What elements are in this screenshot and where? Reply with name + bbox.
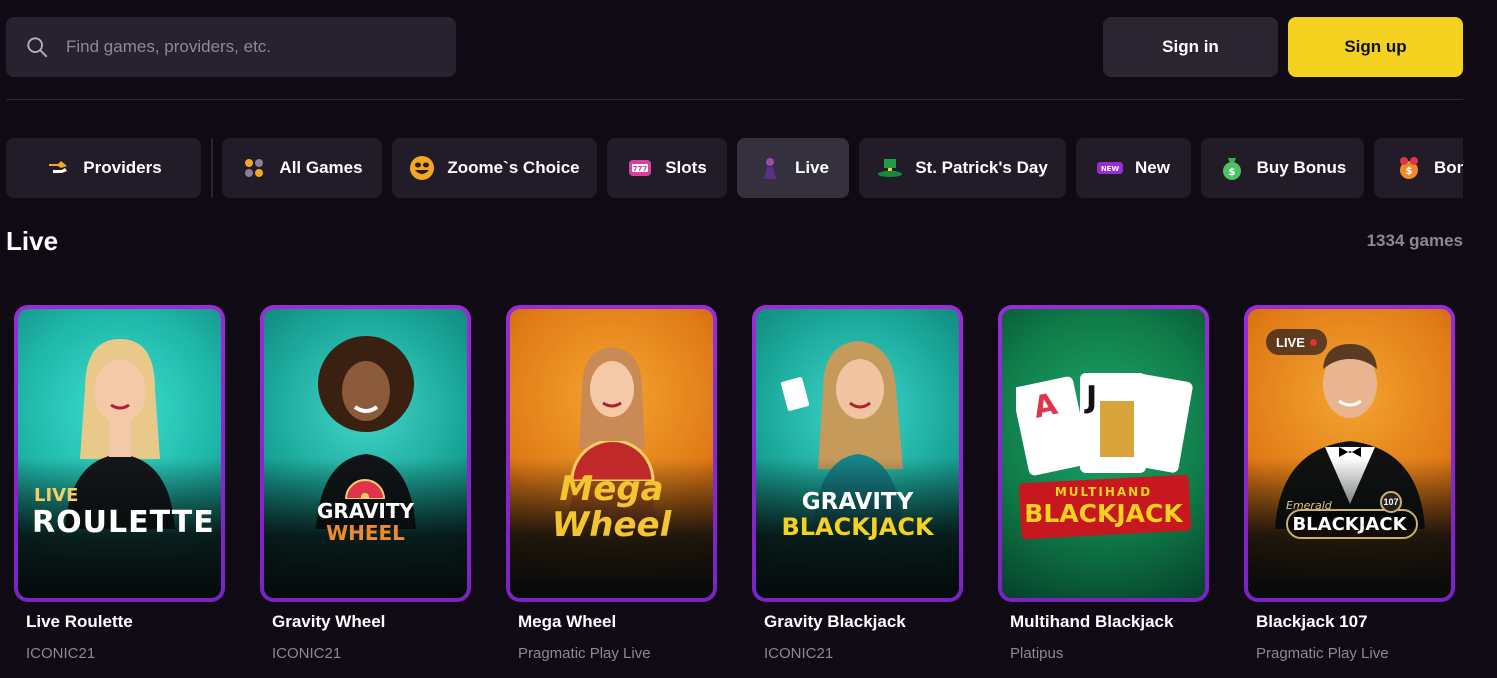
new-badge-icon: NEW	[1097, 155, 1124, 181]
games-count: 1334 games	[1366, 231, 1463, 250]
category-buy-bonus[interactable]: $ Buy Bonus	[1201, 138, 1364, 198]
game-logo-line1: GRAVITY	[317, 499, 414, 523]
game-logo-line1: LIVE	[34, 485, 79, 506]
leprechaun-hat-icon	[877, 155, 903, 181]
game-logo-line2: WHEEL	[326, 521, 405, 545]
playing-cards-image: A J	[1016, 373, 1193, 476]
game-card-blackjack-107[interactable]: LIVE Emerald BLACKJACK 107	[1244, 305, 1455, 602]
game-thumbnail: GRAVITY WHEEL	[264, 309, 467, 598]
category-bar: Providers All Games Zoome`s Choice 777 S…	[6, 138, 1463, 198]
game-title[interactable]: Mega Wheel	[518, 612, 616, 632]
category-separator	[211, 138, 213, 198]
game-thumbnail: Mega Wheel	[510, 309, 713, 598]
game-thumbnail: LIVE ROULETTE	[18, 309, 221, 598]
game-card-gravity-wheel[interactable]: GRAVITY WHEEL	[260, 305, 471, 602]
svg-text:777: 777	[633, 165, 648, 173]
game-title[interactable]: Gravity Wheel	[272, 612, 385, 632]
svg-text:J: J	[1084, 380, 1097, 415]
game-card-gravity-blackjack[interactable]: GRAVITY BLACKJACK	[752, 305, 963, 602]
slot-machine-icon: 777	[627, 155, 653, 181]
category-label: Slots	[665, 158, 707, 177]
game-logo-line2: ROULETTE	[32, 505, 215, 540]
game-logo-line1: GRAVITY	[801, 489, 914, 515]
sign-in-button[interactable]: Sign in	[1103, 17, 1278, 77]
game-provider[interactable]: Pragmatic Play Live	[1256, 645, 1389, 662]
providers-icon	[45, 155, 71, 181]
search-icon	[27, 37, 48, 58]
category-label: Zoome`s Choice	[447, 158, 580, 177]
game-logo-line1: Emerald	[1286, 499, 1332, 512]
game-logo-line1: Mega	[559, 469, 664, 509]
svg-text:$: $	[1406, 166, 1413, 177]
game-provider[interactable]: Pragmatic Play Live	[518, 645, 651, 662]
live-dot-icon	[1309, 338, 1317, 346]
category-providers[interactable]: Providers	[6, 138, 201, 198]
category-label: St. Patrick's Day	[915, 158, 1048, 177]
game-thumbnail: LIVE Emerald BLACKJACK 107	[1248, 309, 1451, 598]
game-logo-line2: Wheel	[551, 505, 672, 545]
search-box[interactable]	[6, 17, 456, 77]
game-card-live-roulette[interactable]: LIVE ROULETTE	[14, 305, 225, 602]
game-logo-line1: MULTIHAND	[1054, 485, 1153, 499]
game-logo-line2: BLACKJACK	[781, 513, 934, 541]
table-number-badge: 107	[1380, 491, 1402, 513]
category-all-games[interactable]: All Games	[222, 138, 382, 198]
game-card-multihand-blackjack[interactable]: A J MULTIHAND BLACKJACK	[998, 305, 1209, 602]
game-provider[interactable]: ICONIC21	[272, 645, 341, 662]
category-live[interactable]: Live	[737, 138, 849, 198]
money-bag-icon: $	[1219, 155, 1245, 181]
category-label: Bon	[1434, 158, 1463, 177]
svg-text:$: $	[1228, 167, 1235, 178]
game-title[interactable]: Live Roulette	[26, 612, 133, 632]
wheel-icon	[344, 479, 386, 499]
game-card-mega-wheel[interactable]: Mega Wheel	[506, 305, 717, 602]
grid-dots-icon	[241, 155, 267, 181]
header-divider	[6, 99, 1463, 100]
sign-up-button[interactable]: Sign up	[1288, 17, 1463, 77]
category-st-patricks-day[interactable]: St. Patrick's Day	[859, 138, 1066, 198]
category-label: Live	[794, 158, 830, 177]
category-label: New	[1135, 158, 1170, 177]
category-label: Providers	[83, 158, 162, 177]
top-bar: Sign in Sign up	[6, 17, 1463, 77]
category-bonus[interactable]: $ Bon	[1374, 138, 1463, 198]
game-provider[interactable]: ICONIC21	[764, 645, 833, 662]
smiley-icon	[409, 155, 435, 181]
game-thumbnail: A J MULTIHAND BLACKJACK	[1002, 309, 1205, 598]
game-thumbnail: GRAVITY BLACKJACK	[756, 309, 959, 598]
live-badge: LIVE	[1266, 329, 1327, 355]
category-slots[interactable]: 777 Slots	[607, 138, 727, 198]
game-title[interactable]: Multihand Blackjack	[1010, 612, 1173, 632]
category-new[interactable]: NEW New	[1076, 138, 1191, 198]
section-title: Live	[6, 226, 59, 256]
game-logo-line2: BLACKJACK	[1292, 514, 1407, 535]
category-zoomes-choice[interactable]: Zoome`s Choice	[392, 138, 597, 198]
search-input[interactable]	[66, 17, 446, 77]
category-label: Buy Bonus	[1256, 158, 1347, 177]
svg-text:NEW: NEW	[1101, 165, 1120, 173]
live-badge-label: LIVE	[1276, 334, 1305, 350]
category-label: All Games	[279, 158, 363, 177]
live-dealer-icon	[757, 155, 783, 181]
gift-icon: $	[1396, 155, 1422, 181]
game-title[interactable]: Gravity Blackjack	[764, 612, 906, 632]
game-provider[interactable]: Platipus	[1010, 645, 1063, 662]
game-provider[interactable]: ICONIC21	[26, 645, 95, 662]
game-title[interactable]: Blackjack 107	[1256, 612, 1368, 632]
game-logo-line2: BLACKJACK	[1024, 499, 1183, 528]
